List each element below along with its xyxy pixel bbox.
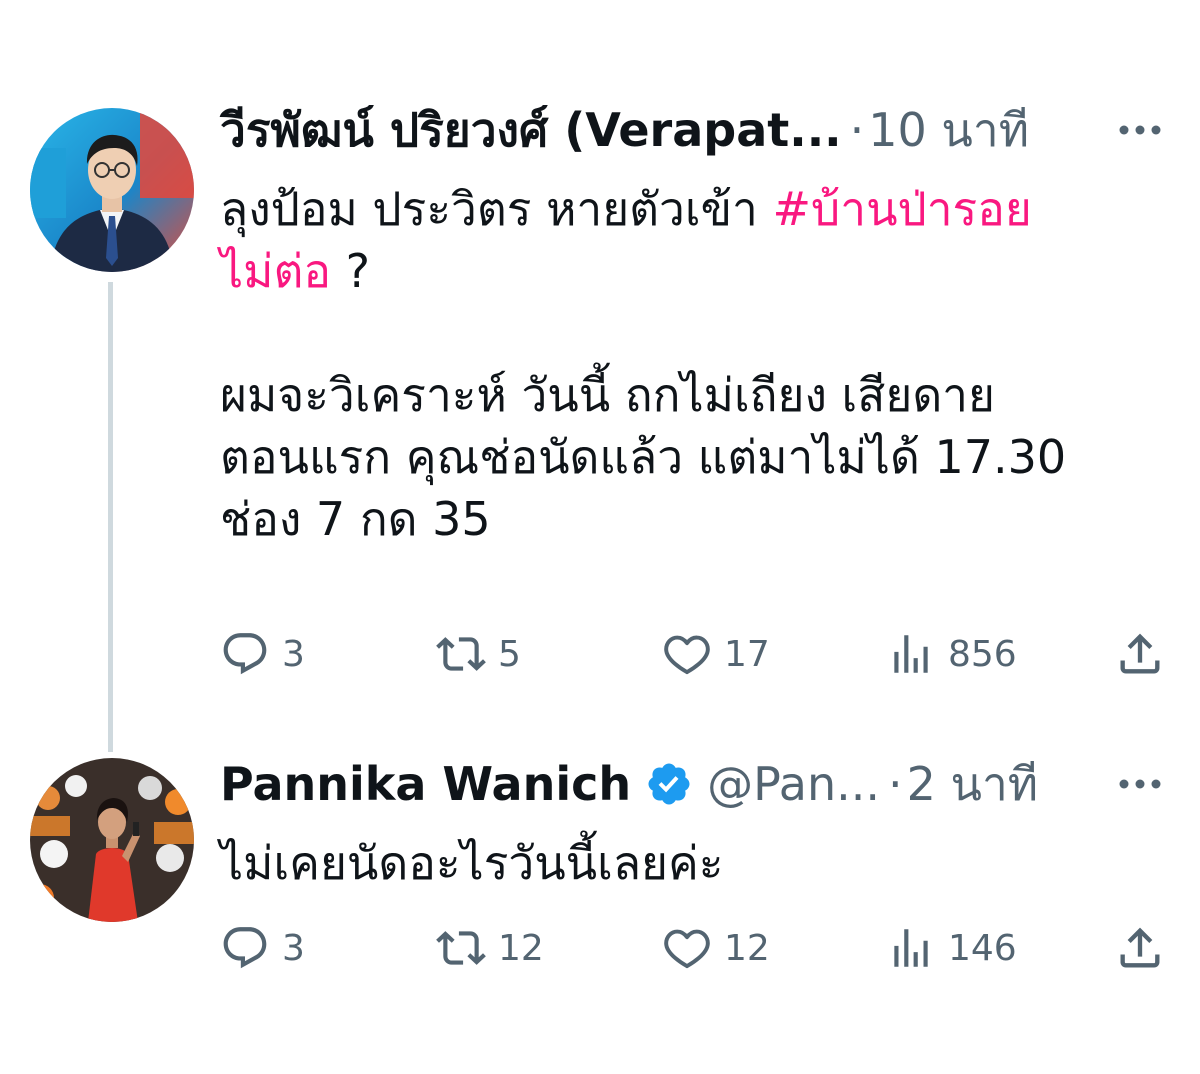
retweet-button[interactable]: 12 [436, 920, 544, 976]
avatar[interactable] [30, 758, 194, 922]
tweet-text: ไม่เคยนัดอะไรวันนี้เลยค่ะ [220, 836, 724, 890]
retweet-icon [436, 629, 486, 679]
reply-button[interactable]: 3 [220, 626, 305, 682]
like-count: 12 [724, 927, 770, 969]
timestamp[interactable]: 2 นาที [907, 748, 1039, 821]
tweet-text-part: ลุงป้อม ประวิตร หายตัวเข้า [220, 182, 773, 236]
more-horizontal-icon[interactable] [1110, 754, 1170, 814]
like-button[interactable]: 17 [662, 626, 770, 682]
tweet-text-part: ? ผมจะวิเคราะห์ วันนี้ ถกไม่เถียง เสียดา… [220, 244, 1067, 546]
retweet-button[interactable]: 5 [436, 626, 521, 682]
share-icon [1114, 628, 1166, 680]
share-icon [1114, 922, 1166, 974]
tweet-text: ลุงป้อม ประวิตร หายตัวเข้า #บ้านป่ารอย ไ… [220, 178, 1160, 550]
author-handle[interactable]: @Pan... [707, 757, 880, 811]
like-button[interactable]: 12 [662, 920, 770, 976]
views-bar-chart-icon [886, 923, 936, 973]
heart-icon [662, 629, 712, 679]
reply-icon [220, 923, 270, 973]
reply-count: 3 [282, 927, 305, 969]
views-bar-chart-icon [886, 629, 936, 679]
tweet[interactable]: วีรพัฒน์ ปริยวงศ์ (Verapat... · 10 นาที … [0, 0, 1200, 740]
like-count: 17 [724, 633, 770, 675]
share-button[interactable] [1114, 920, 1166, 976]
avatar[interactable] [30, 108, 194, 272]
views-count: 146 [948, 927, 1017, 969]
retweet-icon [436, 923, 486, 973]
tweet-actions: 3 5 17 856 [220, 626, 1180, 682]
author-display-name[interactable]: Pannika Wanich [220, 757, 631, 811]
reply-icon [220, 629, 270, 679]
share-button[interactable] [1114, 626, 1166, 682]
reply-count: 3 [282, 633, 305, 675]
tweet-header: Pannika Wanich @Pan... · 2 นาที [220, 754, 1170, 814]
verified-badge-icon [645, 760, 693, 808]
views-count: 856 [948, 633, 1017, 675]
author-display-name[interactable]: วีรพัฒน์ ปริยวงศ์ (Verapat... [220, 94, 842, 167]
timestamp[interactable]: 10 นาที [868, 94, 1029, 167]
separator-dot: · [849, 103, 865, 157]
retweet-count: 12 [498, 927, 544, 969]
views-button[interactable]: 146 [886, 920, 1017, 976]
retweet-count: 5 [498, 633, 521, 675]
views-button[interactable]: 856 [886, 626, 1017, 682]
tweet-actions: 3 12 12 146 [220, 920, 1180, 976]
tweet[interactable]: Pannika Wanich @Pan... · 2 นาที ไม่เคยนั… [0, 740, 1200, 1074]
tweet-header: วีรพัฒน์ ปริยวงศ์ (Verapat... · 10 นาที [220, 100, 1170, 160]
separator-dot: · [888, 757, 903, 811]
reply-button[interactable]: 3 [220, 920, 305, 976]
more-horizontal-icon[interactable] [1110, 100, 1170, 160]
heart-icon [662, 923, 712, 973]
